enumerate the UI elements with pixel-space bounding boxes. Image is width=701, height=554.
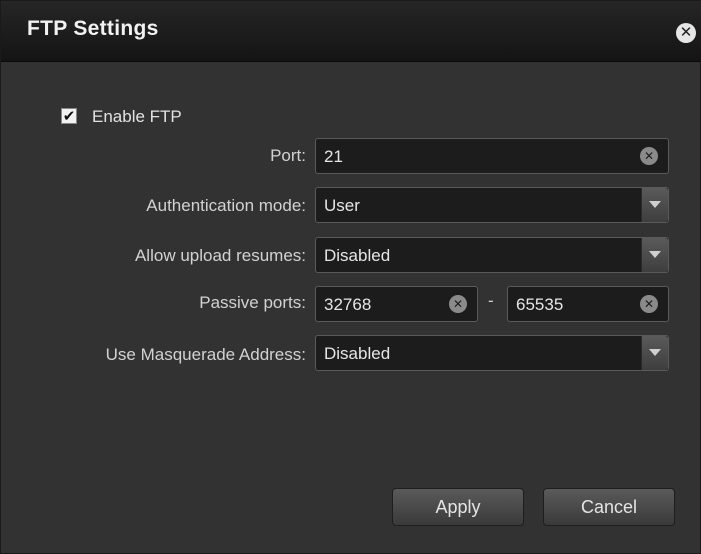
- passive-port-from-value: 32768: [324, 295, 372, 314]
- enable-ftp-label[interactable]: Enable FTP: [92, 107, 182, 127]
- chevron-down-icon[interactable]: [641, 336, 668, 370]
- auth-mode-value: User: [324, 196, 360, 215]
- cancel-button[interactable]: Cancel: [543, 488, 675, 526]
- passive-port-from-input[interactable]: 32768 ✕: [315, 286, 478, 322]
- port-input[interactable]: 21 ✕: [315, 138, 669, 174]
- close-icon[interactable]: ✕: [676, 23, 696, 43]
- port-range-separator: -: [488, 291, 494, 310]
- chevron-down-icon[interactable]: [641, 188, 668, 222]
- masquerade-label: Use Masquerade Address:: [105, 345, 306, 364]
- masquerade-value: Disabled: [324, 344, 391, 363]
- port-label: Port:: [270, 146, 306, 165]
- passive-ports-label: Passive ports:: [199, 293, 306, 312]
- passive-port-to-input[interactable]: 65535 ✕: [507, 286, 669, 322]
- chevron-down-icon[interactable]: [641, 238, 668, 272]
- apply-button[interactable]: Apply: [392, 488, 524, 526]
- port-value: 21: [324, 147, 343, 166]
- auth-mode-label: Authentication mode:: [146, 196, 306, 215]
- upload-resumes-value: Disabled: [324, 246, 391, 265]
- upload-resumes-select[interactable]: Disabled: [315, 237, 669, 273]
- clear-icon[interactable]: ✕: [449, 295, 467, 313]
- title-bar: FTP Settings ✕: [1, 1, 701, 62]
- upload-resumes-label: Allow upload resumes:: [134, 246, 306, 265]
- clear-icon[interactable]: ✕: [640, 295, 658, 313]
- auth-mode-select[interactable]: User: [315, 187, 669, 223]
- ftp-settings-dialog: FTP Settings ✕ ✔ Enable FTP Port: 21 ✕ A…: [0, 0, 701, 554]
- masquerade-select[interactable]: Disabled: [315, 335, 669, 371]
- enable-ftp-checkbox[interactable]: ✔: [61, 108, 77, 124]
- passive-port-to-value: 65535: [516, 295, 564, 314]
- dialog-title: FTP Settings: [27, 17, 159, 40]
- clear-icon[interactable]: ✕: [640, 147, 658, 165]
